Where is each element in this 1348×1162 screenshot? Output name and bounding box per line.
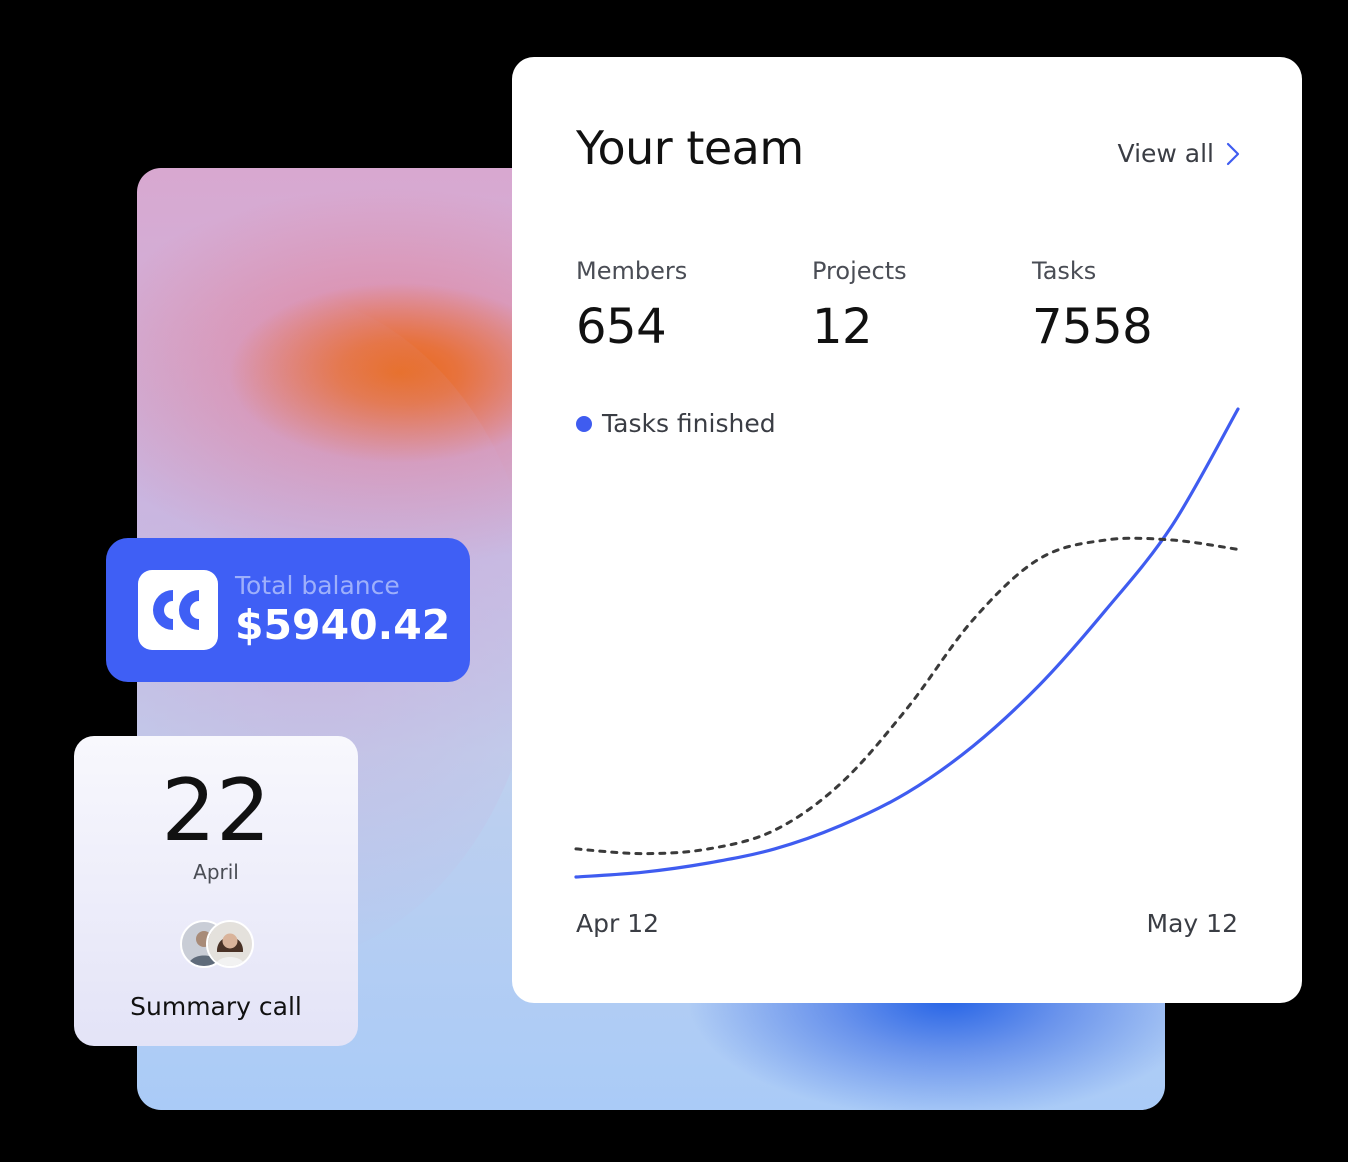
tasks-finished-line (574, 407, 1240, 879)
your-team-card: Your team View all Members 654 Projects … (512, 57, 1302, 1003)
call-title: Summary call (130, 992, 302, 1021)
participant-avatars (180, 920, 254, 968)
total-balance-card[interactable]: Total balance $5940.42 (106, 538, 470, 682)
call-day: 22 (161, 761, 271, 861)
dotted-trend-line (574, 536, 1240, 856)
x-axis-end-label: May 12 (1146, 909, 1238, 938)
cc-logo-glyph (153, 590, 199, 630)
call-month: April (193, 860, 239, 884)
cc-logo-icon (138, 570, 218, 650)
balance-value: $5940.42 (235, 601, 451, 649)
avatar-woman (206, 920, 254, 968)
balance-label: Total balance (235, 571, 400, 600)
x-axis-start-label: Apr 12 (576, 909, 660, 938)
summary-call-card[interactable]: 22 April Summary call (74, 736, 358, 1046)
tasks-chart (574, 407, 1240, 879)
